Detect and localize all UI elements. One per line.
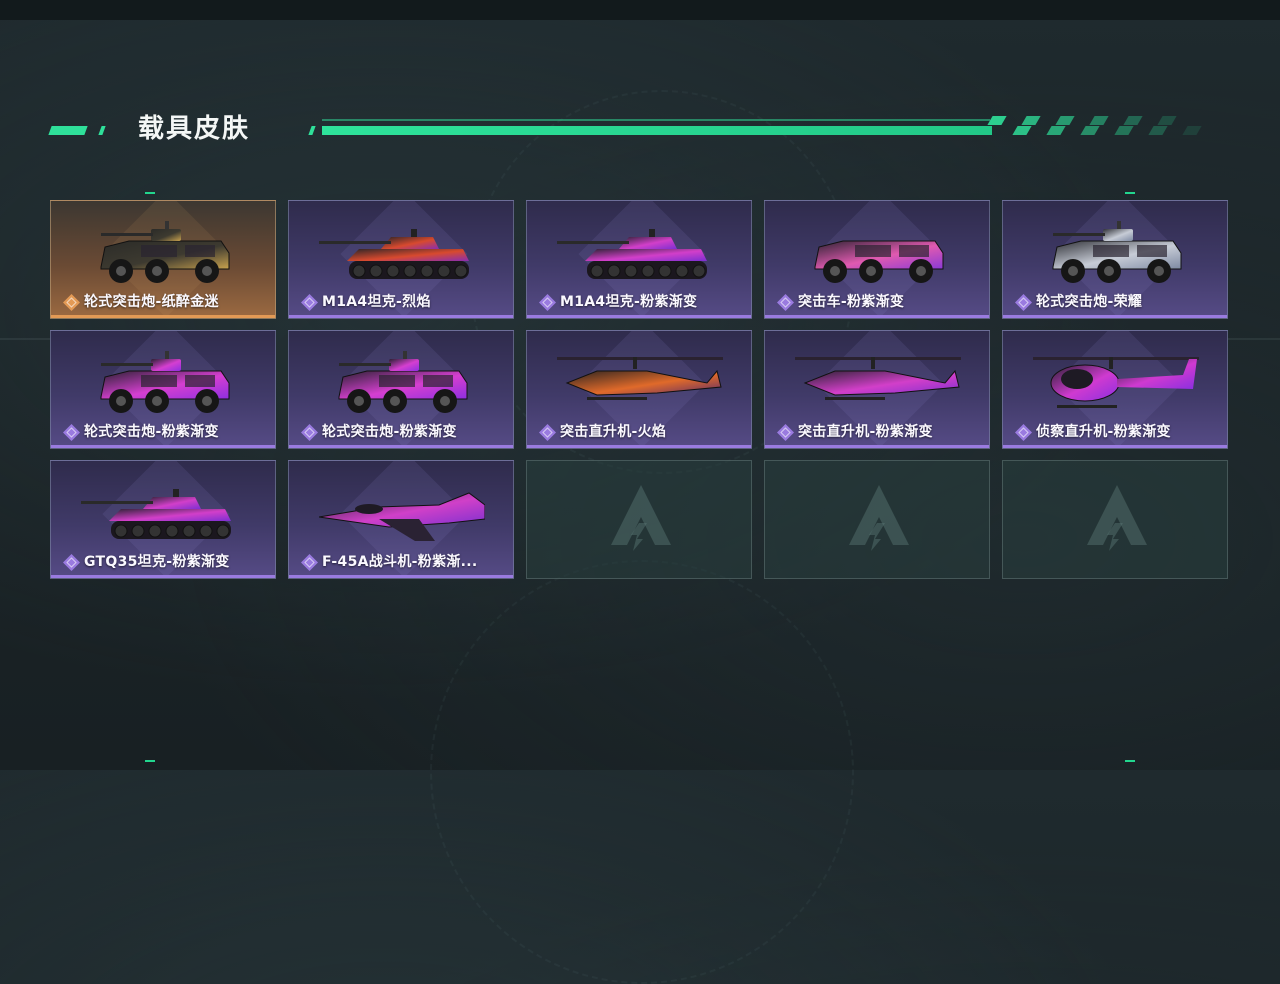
rarity-underline [51,315,275,318]
skin-name: 轮式突击炮-纸醉金迷 [84,294,219,310]
rarity-diamond-icon [777,294,794,311]
skin-name: 突击直升机-火焰 [560,424,667,440]
rarity-diamond-icon [539,294,556,311]
scout-helicopter-icon [1033,349,1199,421]
skin-name: 侦察直升机-粉紫渐变 [1036,424,1171,440]
wheeled-assault-gun-icon [1033,219,1199,291]
rarity-underline [289,575,513,578]
rarity-diamond-icon [63,294,80,311]
empty-slot [764,460,990,579]
skin-card[interactable]: F-45A战斗机-粉紫渐... [288,460,514,579]
skin-card[interactable]: 突击直升机-火焰 [526,330,752,449]
header-accent-line [322,126,992,135]
skin-card[interactable]: 突击车-粉紫渐变 [764,200,990,319]
rarity-underline [527,445,751,448]
rarity-underline [527,315,751,318]
skin-name: M1A4坦克-粉紫渐变 [560,294,698,310]
skin-card[interactable]: 轮式突击炮-纸醉金迷 [50,200,276,319]
skin-name: 轮式突击炮-荣耀 [1036,294,1143,310]
rarity-diamond-icon [1015,294,1032,311]
header-accent-bar [48,126,88,135]
rarity-underline [289,315,513,318]
top-bar [0,0,1280,20]
skin-card[interactable]: 突击直升机-粉紫渐变 [764,330,990,449]
header-accent-bar [308,126,316,135]
wheeled-assault-gun-icon [319,349,485,421]
rarity-diamond-icon [301,424,318,441]
game-logo-icon [1087,485,1147,551]
background-ring [430,560,854,984]
empty-slot [1002,460,1228,579]
skin-card[interactable]: M1A4坦克-粉紫渐变 [526,200,752,319]
rarity-diamond-icon [301,294,318,311]
fighter-jet-icon [318,479,486,551]
corner-tick [1125,760,1135,762]
empty-slot [526,460,752,579]
wheeled-assault-gun-icon [81,349,247,421]
wheeled-assault-gun-icon [81,219,247,291]
rarity-diamond-icon [777,424,794,441]
skin-name: 突击直升机-粉紫渐变 [798,424,933,440]
skin-name: GTQ35坦克-粉紫渐变 [84,554,230,570]
rarity-diamond-icon [301,554,318,571]
corner-tick [145,760,155,762]
rarity-diamond-icon [1015,424,1032,441]
tank-icon [81,479,247,551]
tank-icon [557,219,723,291]
skin-name: 突击车-粉紫渐变 [798,294,905,310]
tank-icon [319,219,485,291]
skin-card[interactable]: 轮式突击炮-粉紫渐变 [288,330,514,449]
assault-car-icon [795,219,961,291]
corner-tick [145,192,155,194]
corner-tick [1125,192,1135,194]
skin-name: F-45A战斗机-粉紫渐... [322,554,478,570]
header-thin-line [322,119,990,121]
attack-helicopter-icon [795,349,961,421]
section-header: 载具皮肤 [48,112,1202,148]
rarity-diamond-icon [63,554,80,571]
header-accent-bar [98,126,106,135]
skin-card[interactable]: 侦察直升机-粉紫渐变 [1002,330,1228,449]
rarity-underline [765,445,989,448]
skin-name: 轮式突击炮-粉紫渐变 [84,424,219,440]
header-checker-pattern [987,116,1202,136]
attack-helicopter-icon [557,349,723,421]
skin-card[interactable]: M1A4坦克-烈焰 [288,200,514,319]
rarity-diamond-icon [539,424,556,441]
rarity-underline [1003,315,1227,318]
rarity-underline [1003,445,1227,448]
rarity-underline [289,445,513,448]
section-title: 载具皮肤 [138,114,251,144]
skin-name: M1A4坦克-烈焰 [322,294,431,310]
game-logo-icon [611,485,671,551]
game-logo-icon [849,485,909,551]
skin-card[interactable]: GTQ35坦克-粉紫渐变 [50,460,276,579]
rarity-underline [51,575,275,578]
skin-card[interactable]: 轮式突击炮-粉紫渐变 [50,330,276,449]
rarity-diamond-icon [63,424,80,441]
rarity-underline [765,315,989,318]
rarity-underline [51,445,275,448]
skin-card[interactable]: 轮式突击炮-荣耀 [1002,200,1228,319]
skin-name: 轮式突击炮-粉紫渐变 [322,424,457,440]
skin-grid: 轮式突击炮-纸醉金迷 M1A4坦克-烈焰 M1A4坦克-粉紫渐变 突击车-粉紫渐变 轮式… [50,200,1230,580]
